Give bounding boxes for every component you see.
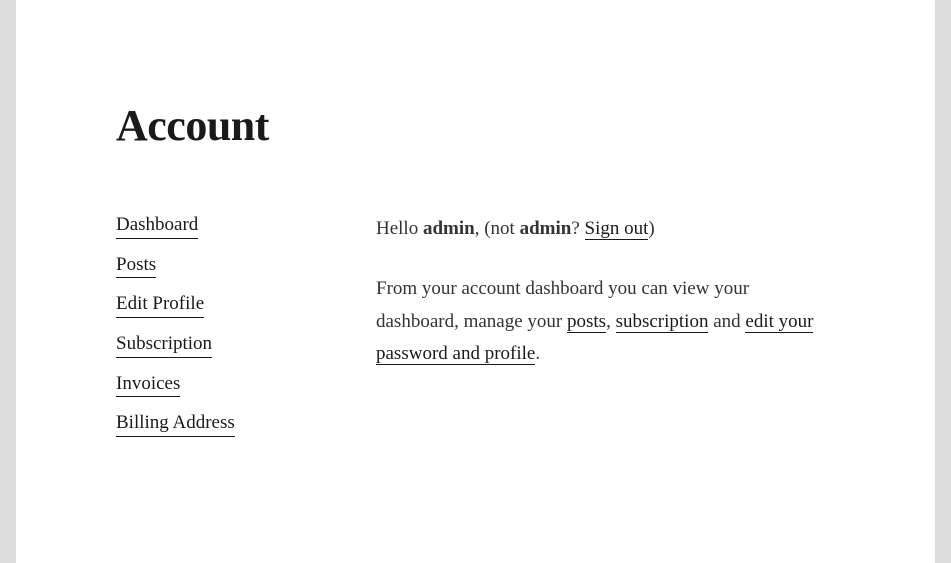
- subscription-link[interactable]: subscription: [616, 311, 709, 333]
- not-suffix: ): [648, 218, 654, 239]
- para-suffix: .: [535, 343, 540, 364]
- sidebar-item-edit-profile[interactable]: Edit Profile: [116, 292, 204, 318]
- main-content: Hello admin, (not admin? Sign out) From …: [376, 213, 835, 437]
- para-sep1: ,: [606, 311, 616, 332]
- account-sidebar: Dashboard Posts Edit Profile Subscriptio…: [116, 213, 296, 437]
- sign-out-link[interactable]: Sign out: [585, 218, 649, 240]
- not-username: admin: [520, 218, 572, 239]
- page-frame: Account Dashboard Posts Edit Profile Sub…: [16, 0, 935, 563]
- page-title: Account: [116, 100, 835, 151]
- greeting-prefix: Hello: [376, 218, 423, 239]
- sidebar-item-dashboard[interactable]: Dashboard: [116, 213, 198, 239]
- not-qmark: ?: [571, 218, 584, 239]
- greeting-username: admin: [423, 218, 475, 239]
- not-prefix: , (not: [475, 218, 520, 239]
- sidebar-item-posts[interactable]: Posts: [116, 253, 156, 279]
- dashboard-paragraph: From your account dashboard you can view…: [376, 273, 835, 370]
- posts-link[interactable]: posts: [567, 311, 606, 333]
- para-sep2: and: [708, 311, 745, 332]
- greeting-line: Hello admin, (not admin? Sign out): [376, 213, 835, 245]
- content-row: Dashboard Posts Edit Profile Subscriptio…: [116, 213, 835, 437]
- sidebar-item-invoices[interactable]: Invoices: [116, 372, 180, 398]
- sidebar-item-billing-address[interactable]: Billing Address: [116, 411, 235, 437]
- sidebar-item-subscription[interactable]: Subscription: [116, 332, 212, 358]
